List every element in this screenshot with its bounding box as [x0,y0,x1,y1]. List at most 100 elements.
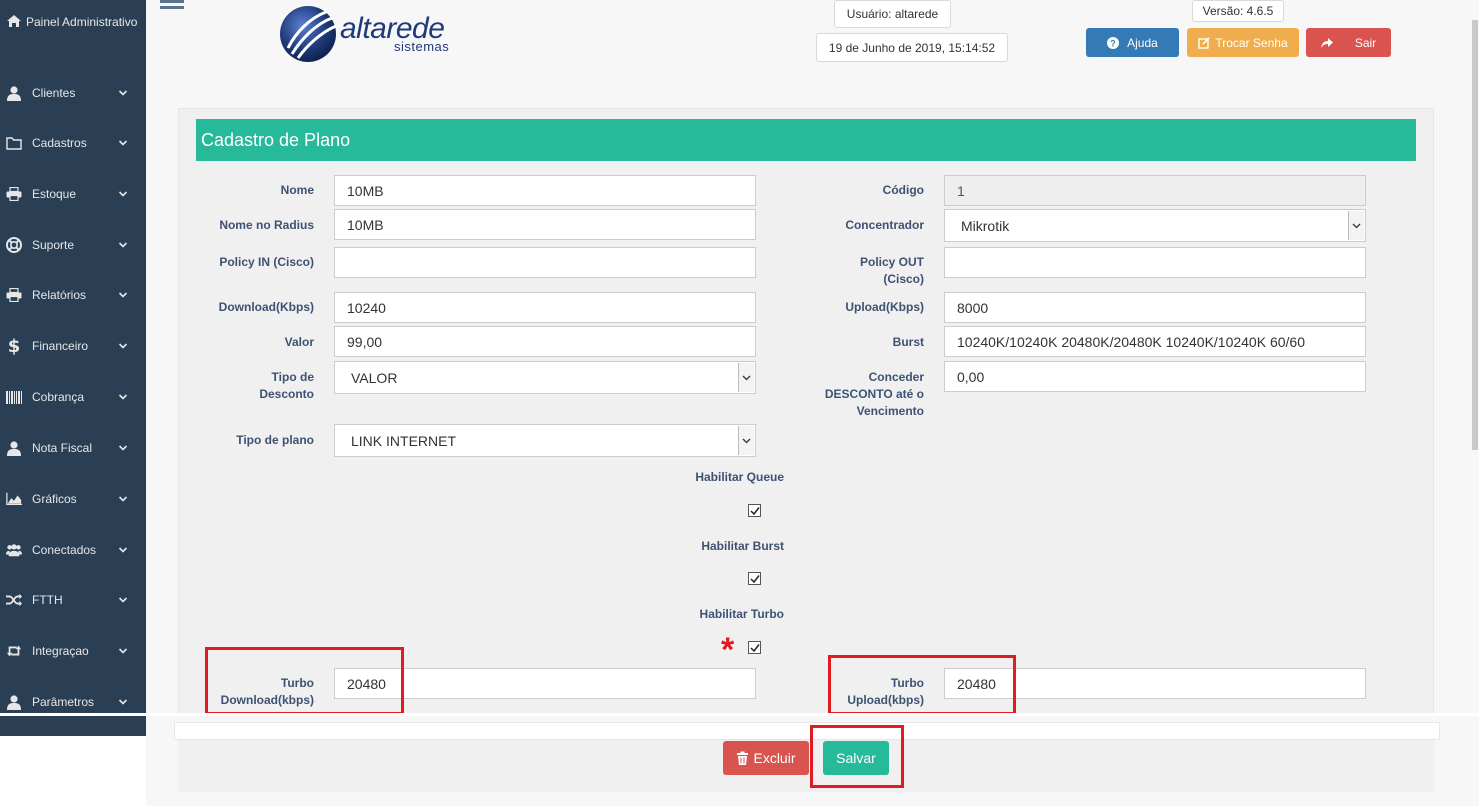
queue-checkbox[interactable] [748,504,761,517]
sidebar-item-financeiro[interactable]: $ Financeiro [0,331,146,361]
delete-label: Excluir [753,750,796,766]
print-icon [6,287,22,303]
dollar-icon: $ [6,337,22,355]
barcode-icon [6,389,22,405]
upload-label: Upload(Kbps) [845,300,924,314]
sidebar-item-label: Suporte [32,238,75,252]
sidebar-item-ftth[interactable]: FTTH [0,585,146,615]
sidebar-item-clientes[interactable]: Clientes [0,78,146,108]
sidebar-item-suporte[interactable]: Suporte [0,230,146,260]
tipo-desconto-select[interactable]: VALOR [334,361,756,394]
chevron-down-icon [118,242,128,248]
sidebar-item-label: FTTH [32,593,63,607]
chevron-down-icon [118,648,128,654]
sidebar-item-conectados[interactable]: Conectados [0,535,146,565]
home-icon [7,15,21,27]
tipo-desconto-label: Tipo de Desconto [196,369,314,403]
chevron-down-icon [118,90,128,96]
sidebar-item-label: Nota Fiscal [32,441,93,455]
chevron-down-icon [118,140,128,146]
tipo-plano-label: Tipo de plano [236,433,314,447]
turbo-checkbox[interactable] [748,641,761,654]
help-label: Ajuda [1127,35,1158,50]
highlight-turbo-upload [828,655,1016,715]
check-icon [750,507,760,516]
logo-subtext: sistemas [394,39,450,54]
scrollbar-thumb[interactable] [1472,20,1478,450]
change-password-button[interactable]: Trocar Senha [1187,28,1299,57]
concentrador-value: Mikrotik [961,217,1010,234]
tipo-plano-select[interactable]: LINK INTERNET [334,424,756,457]
chevron-down-icon [738,426,754,455]
conceder-label: Conceder DESCONTO até o Vencimento [806,369,924,420]
radius-input[interactable]: 10MB [334,209,756,240]
sidebar-item-label: Cadastros [32,136,87,150]
sidebar-item-label: Parâmetros [32,695,95,709]
area-chart-icon [6,491,22,507]
user-icon [6,85,22,101]
burst-checkbox[interactable] [748,572,761,585]
tipo-desconto-label-line1: Tipo de [271,370,314,384]
sidebar-item-integracao[interactable]: Integraçao [0,636,146,666]
sidebar-item-label: Gráficos [32,492,77,506]
chevron-down-icon [118,445,128,451]
conceder-input[interactable]: 0,00 [944,361,1366,392]
chevron-down-icon [118,343,128,349]
retweet-icon [6,643,22,659]
svg-text:$: $ [8,337,20,355]
valor-label: Valor [284,335,314,349]
logout-label: Sair [1354,35,1377,50]
sidebar: Painel Administrativo [0,0,146,736]
codigo-input: 1 [944,175,1366,206]
menu-toggle-icon[interactable] [160,0,184,14]
delete-button[interactable]: Excluir [723,741,809,775]
shuffle-icon [6,592,22,608]
nome-label: Nome [280,183,314,197]
policy-out-input[interactable] [944,247,1366,278]
burst-enable-label: Habilitar Burst [701,539,784,553]
chevron-down-icon [118,292,128,298]
sidebar-header[interactable]: Painel Administrativo [6,14,141,31]
burst-input[interactable]: 10240K/10240K 20480K/20480K 10240K/10240… [944,326,1366,357]
queue-label: Habilitar Queue [695,470,784,484]
help-button[interactable]: ? Ajuda [1086,28,1179,57]
sidebar-item-graficos[interactable]: Gráficos [0,484,146,514]
policy-out-label-line1: Policy OUT [859,255,924,269]
sidebar-footer [0,716,146,736]
policy-in-input[interactable] [334,247,756,278]
conceder-label-line2: DESCONTO até o [824,387,924,401]
sidebar-item-label: Financeiro [32,339,89,353]
user-icon [6,694,22,710]
edit-icon [1198,36,1210,49]
user-badge: Usuário: altarede [834,0,951,28]
nome-input[interactable]: 10MB [334,175,756,206]
concentrador-select[interactable]: Mikrotik [944,209,1366,242]
logout-button[interactable]: Sair [1306,28,1391,57]
footer-separator [174,722,1440,740]
tipo-desconto-value: VALOR [351,369,398,386]
sidebar-item-relatorios[interactable]: Relatórios [0,280,146,310]
highlight-turbo-download [205,647,404,715]
chevron-down-icon [118,547,128,553]
radius-label: Nome no Radius [219,218,314,232]
download-label: Download(Kbps) [218,300,314,314]
burst-label: Burst [892,335,924,349]
sidebar-item-label: Conectados [32,543,97,557]
chevron-down-icon [118,394,128,400]
sidebar-item-nota-fiscal[interactable]: Nota Fiscal [0,433,146,463]
sidebar-item-estoque[interactable]: Estoque [0,179,146,209]
sidebar-item-cobranca[interactable]: Cobrança [0,382,146,412]
policy-out-label-line2: (Cisco) [883,272,924,286]
download-input[interactable]: 10240 [334,292,756,323]
valor-input[interactable]: 99,00 [334,326,756,357]
datetime-badge: 19 de Junho de 2019, 15:14:52 [816,33,1008,62]
tipo-desconto-label-line2: Desconto [259,387,314,401]
chevron-down-icon [118,699,128,705]
trash-icon [737,751,749,765]
sidebar-item-cadastros[interactable]: Cadastros [0,128,146,158]
sidebar-item-label: Integraçao [32,644,89,658]
upload-input[interactable]: 8000 [944,292,1366,323]
check-icon [750,575,760,584]
form-title: Cadastro de Plano [196,119,1416,161]
sidebar-item-label: Estoque [32,187,77,201]
